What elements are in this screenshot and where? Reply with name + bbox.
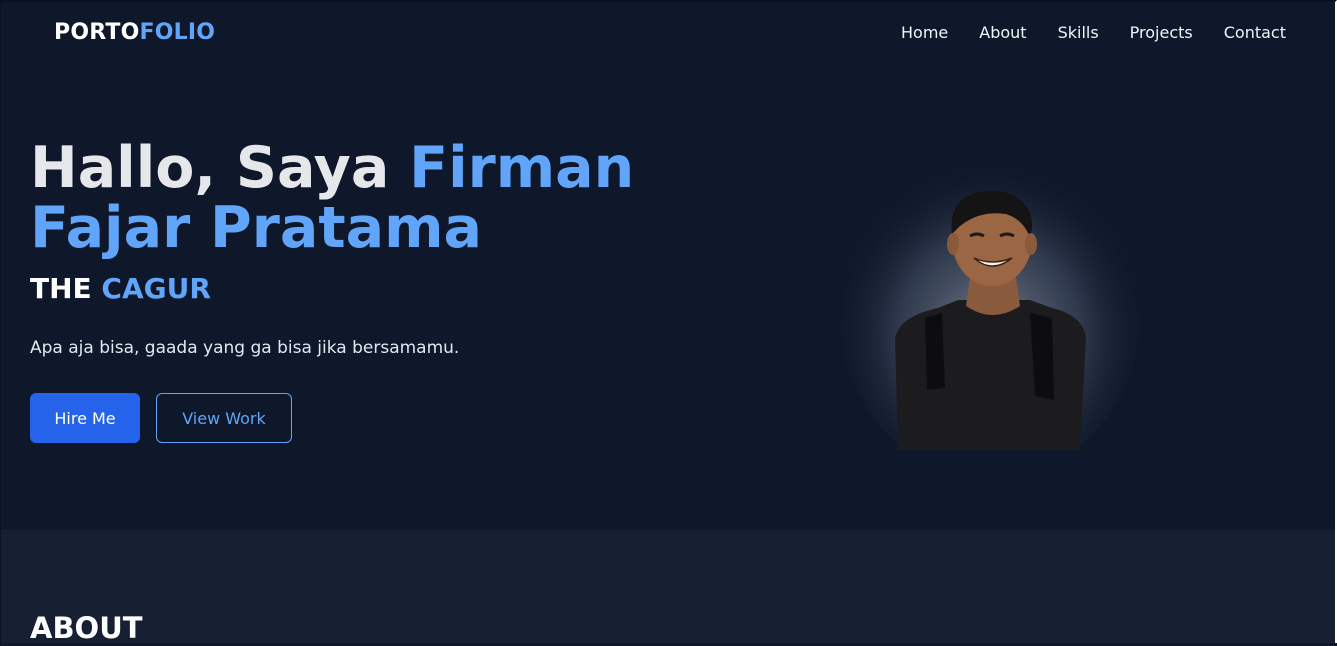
nav-links: Home About Skills Projects Contact bbox=[870, 22, 1286, 44]
profile-photo bbox=[830, 168, 1150, 450]
nav-link-skills[interactable]: Skills bbox=[1058, 22, 1099, 44]
logo-text-folio: FOLIO bbox=[139, 20, 216, 45]
hire-me-button[interactable]: Hire Me bbox=[30, 393, 140, 443]
profile-photo-icon bbox=[840, 168, 1140, 450]
hero-title-greeting: Hallo, Saya bbox=[30, 135, 410, 201]
site-logo[interactable]: PORTOFOLIO bbox=[54, 19, 215, 47]
tagline-highlight: CAGUR bbox=[101, 272, 211, 305]
hero-title: Hallo, Saya Firman Fajar Pratama bbox=[30, 138, 670, 258]
nav-link-contact[interactable]: Contact bbox=[1224, 22, 1286, 44]
about-section: ABOUT bbox=[0, 530, 1337, 645]
nav-link-home[interactable]: Home bbox=[901, 22, 948, 44]
about-heading: ABOUT bbox=[30, 611, 143, 645]
hero-description: Apa aja bisa, gaada yang ga bisa jika be… bbox=[30, 338, 460, 358]
view-work-button[interactable]: View Work bbox=[156, 393, 292, 443]
nav-link-projects[interactable]: Projects bbox=[1130, 22, 1193, 44]
logo-text-porto: PORTO bbox=[54, 20, 140, 45]
nav-link-about[interactable]: About bbox=[979, 22, 1026, 44]
hero-section: Hallo, Saya Firman Fajar Pratama THE CAG… bbox=[0, 68, 1337, 530]
hero-tagline: THE CAGUR bbox=[30, 272, 211, 306]
navbar: PORTOFOLIO Home About Skills Projects Co… bbox=[0, 0, 1337, 68]
tagline-prefix: THE bbox=[30, 272, 102, 305]
